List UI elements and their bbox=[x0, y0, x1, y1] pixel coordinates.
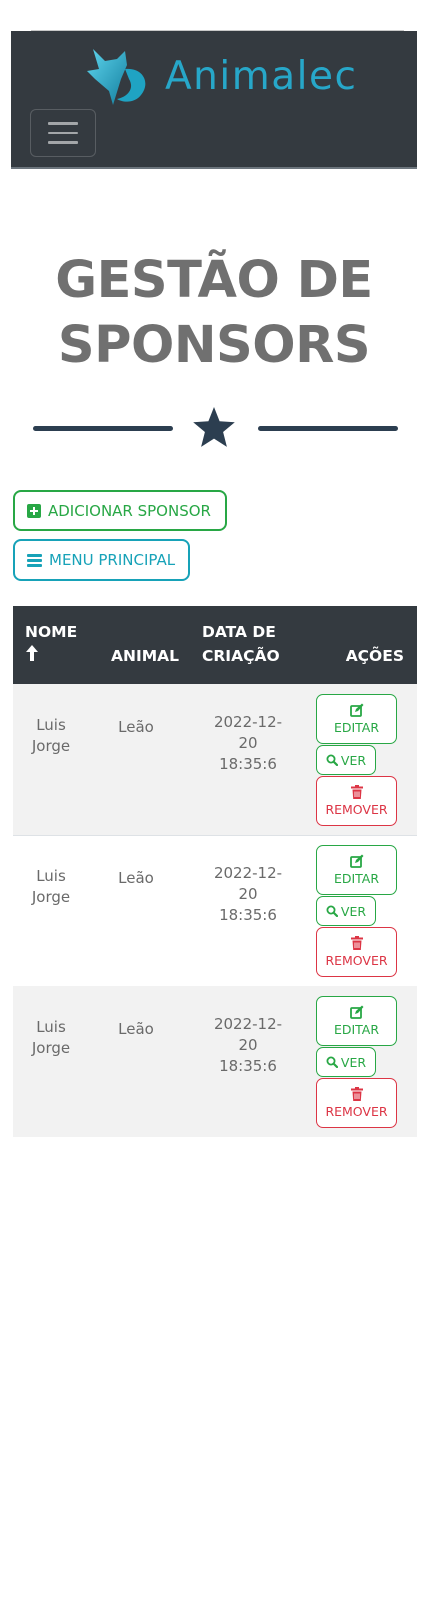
edit-icon bbox=[349, 703, 363, 717]
trash-icon bbox=[350, 785, 363, 799]
view-button[interactable]: VER bbox=[316, 896, 376, 926]
edit-button[interactable]: EDITAR bbox=[316, 996, 397, 1046]
search-icon bbox=[326, 905, 338, 917]
arrow-up-icon bbox=[26, 645, 38, 661]
remove-button[interactable]: REMOVER bbox=[316, 927, 397, 977]
add-sponsor-button[interactable]: ADICIONAR SPONSOR bbox=[13, 490, 227, 531]
cell-animal: Leão bbox=[118, 869, 154, 887]
cell-animal: Leão bbox=[118, 718, 154, 736]
trash-icon bbox=[350, 936, 363, 950]
navbar: Animalec bbox=[11, 31, 417, 169]
cell-data-criacao: 2022-12- 20 18:35:6 bbox=[213, 713, 283, 773]
column-header-animal[interactable]: ANIMAL bbox=[111, 644, 179, 668]
bars-icon bbox=[27, 553, 42, 567]
edit-icon bbox=[349, 854, 363, 868]
search-icon bbox=[326, 754, 338, 766]
cell-data-criacao: 2022-12- 20 18:35:6 bbox=[213, 1015, 283, 1075]
column-header-acoes: AÇÕES bbox=[345, 647, 404, 665]
edit-button[interactable]: EDITAR bbox=[316, 694, 397, 744]
remove-button[interactable]: REMOVER bbox=[316, 1078, 397, 1128]
page-title: GESTÃO DE SPONSORS bbox=[55, 251, 373, 375]
cell-nome: Luis Jorge bbox=[31, 1018, 71, 1057]
table-row: Luis Jorge Leão 2022-12- 20 18:35:6 EDIT… bbox=[13, 684, 417, 835]
menu-toggle-button[interactable] bbox=[30, 109, 96, 157]
brand-name: Animalec bbox=[165, 53, 358, 99]
main-menu-button[interactable]: MENU PRINCIPAL bbox=[13, 539, 190, 581]
hamburger-icon bbox=[48, 122, 78, 125]
sponsors-table: NOME ANIMAL DATA DE CRIAÇÃO AÇÕES Luis J… bbox=[13, 606, 417, 1137]
column-header-data[interactable]: DATA DE CRIAÇÃO bbox=[202, 620, 280, 668]
edit-icon bbox=[349, 1005, 363, 1019]
trash-icon bbox=[350, 1087, 363, 1101]
divider-line-left bbox=[33, 426, 173, 431]
search-icon bbox=[326, 1056, 338, 1068]
cell-data-criacao: 2022-12- 20 18:35:6 bbox=[213, 864, 283, 924]
table-row: Luis Jorge Leão 2022-12- 20 18:35:6 EDIT… bbox=[13, 986, 417, 1137]
table-header: NOME ANIMAL DATA DE CRIAÇÃO AÇÕES bbox=[13, 606, 417, 684]
fox-logo-icon bbox=[87, 49, 146, 105]
divider-line-right bbox=[258, 426, 398, 431]
view-button[interactable]: VER bbox=[316, 1047, 376, 1077]
brand-logo[interactable]: Animalec bbox=[85, 43, 357, 109]
edit-button[interactable]: EDITAR bbox=[316, 845, 397, 895]
remove-button[interactable]: REMOVER bbox=[316, 776, 397, 826]
cell-nome: Luis Jorge bbox=[31, 867, 71, 906]
cell-nome: Luis Jorge bbox=[31, 716, 71, 755]
star-icon bbox=[193, 407, 235, 447]
view-button[interactable]: VER bbox=[316, 745, 376, 775]
cell-animal: Leão bbox=[118, 1020, 154, 1038]
plus-square-icon bbox=[27, 503, 41, 518]
table-row: Luis Jorge Leão 2022-12- 20 18:35:6 EDIT… bbox=[13, 835, 417, 986]
column-header-nome[interactable]: NOME bbox=[25, 620, 77, 662]
